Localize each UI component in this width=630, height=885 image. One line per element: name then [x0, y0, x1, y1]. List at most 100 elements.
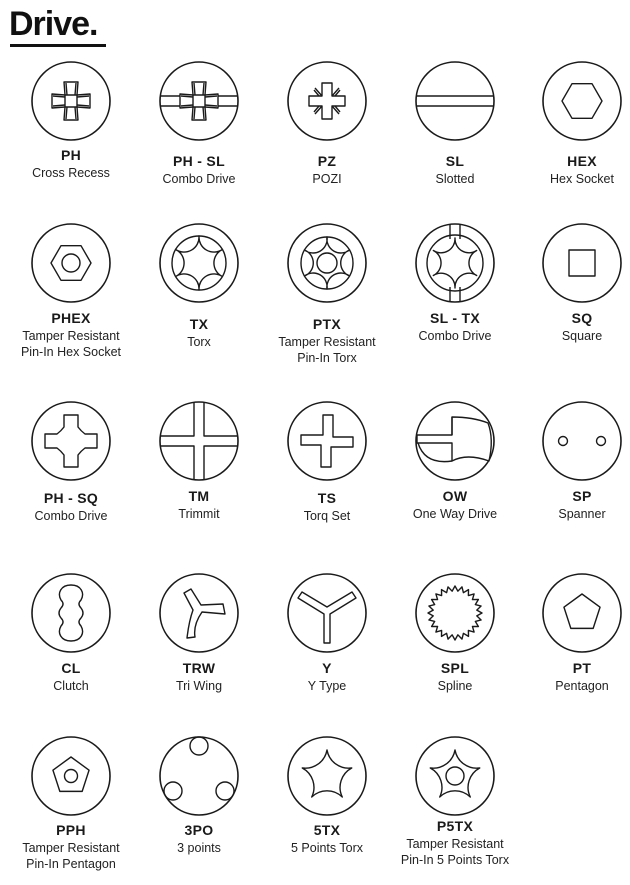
trimmit-icon — [159, 401, 239, 481]
drive-description: Trimmit — [178, 507, 220, 521]
phillips-square-combo-icon — [31, 401, 111, 481]
drive-description: Combo Drive — [418, 329, 492, 343]
drive-item-sq: SQ Square — [518, 221, 630, 343]
drive-item-phsl: PH - SL Combo Drive — [135, 59, 263, 186]
drive-description: Square — [561, 329, 603, 343]
drive-code: PH - SQ — [43, 490, 99, 506]
drive-item-ts: TS Torq Set — [263, 399, 391, 523]
y-type-icon — [287, 573, 367, 653]
phillips-slot-combo-icon — [159, 61, 239, 141]
drive-description: Torx — [187, 335, 211, 349]
drive-code: SQ — [571, 310, 593, 326]
drive-description: 5 Points Torx — [290, 841, 364, 855]
drive-item-ptx: PTX Tamper Resistant Pin-In Torx — [263, 221, 391, 365]
drive-code: PT — [572, 660, 592, 676]
drive-code: TRW — [182, 660, 216, 676]
drive-code: HEX — [567, 153, 597, 169]
drive-code: Y — [322, 660, 332, 676]
square-icon — [542, 223, 622, 303]
drive-description: Pin-In Pentagon — [26, 857, 116, 871]
five-point-torx-icon — [287, 736, 367, 816]
drive-item-phsq: PH - SQ Combo Drive — [7, 399, 135, 523]
pin-five-point-torx-icon — [415, 736, 495, 816]
drive-item-tm: TM Trimmit — [135, 399, 263, 521]
drive-description: Torq Set — [303, 509, 351, 523]
drive-code: 5TX — [313, 822, 341, 838]
drive-description: Combo Drive — [162, 172, 236, 186]
drive-item-tx: TX Torx — [135, 221, 263, 349]
drive-description: Tri Wing — [175, 679, 223, 693]
slotted-icon — [415, 61, 495, 141]
pozidriv-icon — [287, 61, 367, 141]
drive-description: Pin-In Torx — [297, 351, 357, 365]
drive-description: POZI — [312, 172, 342, 186]
pin-hex-icon — [31, 223, 111, 303]
drive-description: 3 points — [177, 841, 221, 855]
drive-item-5tx: 5TX 5 Points Torx — [263, 734, 391, 855]
drive-description: Slotted — [435, 172, 475, 186]
drive-item-pph: PPH Tamper Resistant Pin-In Pentagon — [7, 734, 135, 871]
phillips-cross-icon — [31, 61, 111, 141]
drive-item-spl: SPL Spline — [391, 571, 519, 693]
spline-icon — [415, 573, 495, 653]
drive-code: PHEX — [51, 310, 91, 326]
drive-code: PPH — [56, 822, 86, 838]
drive-code: OW — [442, 488, 468, 504]
spanner-icon — [542, 401, 622, 481]
slot-torx-combo-icon — [415, 223, 495, 303]
drive-item-pz: PZ POZI — [263, 59, 391, 186]
drive-description: Tamper Resistant — [22, 329, 120, 343]
drive-item-sl: SL Slotted — [391, 59, 519, 186]
drive-code: PTX — [312, 316, 342, 332]
drive-description: Tamper Resistant — [406, 837, 504, 851]
drive-item-trw: TRW Tri Wing — [135, 571, 263, 693]
drive-code: PZ — [317, 153, 337, 169]
drive-code: PH — [60, 147, 82, 163]
drive-description: Tamper Resistant — [278, 335, 376, 349]
drive-code: TM — [188, 488, 210, 504]
drive-code: 3PO — [184, 822, 214, 838]
drive-code: CL — [61, 660, 81, 676]
drive-item-ph: PH Cross Recess — [7, 59, 135, 180]
drive-description: Pentagon — [555, 679, 609, 693]
tri-wing-icon — [159, 573, 239, 653]
drive-description: Cross Recess — [32, 166, 110, 180]
drive-description: Spline — [437, 679, 473, 693]
drive-code: SL — [445, 153, 465, 169]
drive-description: Pin-In Hex Socket — [20, 345, 122, 359]
pin-pentagon-icon — [31, 736, 111, 816]
drive-code: TX — [189, 316, 209, 332]
page-title: Drive. — [9, 5, 98, 43]
drive-code: SPL — [440, 660, 470, 676]
title-underline — [10, 44, 106, 47]
drive-item-y: Y Y Type — [263, 571, 391, 693]
drive-description: Spanner — [558, 507, 606, 521]
drive-description: Hex Socket — [550, 172, 614, 186]
pentagon-icon — [542, 573, 622, 653]
drive-item-phex: PHEX Tamper Resistant Pin-In Hex Socket — [7, 221, 135, 359]
drive-item-pt: PT Pentagon — [518, 571, 630, 693]
torx-icon — [159, 223, 239, 303]
drive-item-p5tx: P5TX Tamper Resistant Pin-In 5 Points Torx — [391, 734, 519, 867]
drive-item-3po: 3PO 3 points — [135, 734, 263, 855]
drive-code: P5TX — [436, 818, 474, 834]
drive-description: Y Type — [307, 679, 347, 693]
drive-description: Pin-In 5 Points Torx — [400, 853, 510, 867]
drive-item-ow: OW One Way Drive — [391, 399, 519, 521]
hex-socket-icon — [542, 61, 622, 141]
pin-torx-icon — [287, 223, 367, 303]
one-way-icon — [415, 401, 495, 481]
drive-description: Combo Drive — [34, 509, 108, 523]
three-points-icon — [159, 736, 239, 816]
drive-description: Clutch — [53, 679, 89, 693]
drive-item-sp: SP Spanner — [518, 399, 630, 521]
drive-code: TS — [317, 490, 337, 506]
clutch-icon — [31, 573, 111, 653]
drive-code: SP — [572, 488, 592, 504]
drive-code: SL - TX — [429, 310, 481, 326]
drive-description: Tamper Resistant — [22, 841, 120, 855]
drive-description: One Way Drive — [412, 507, 498, 521]
drive-item-sltx: SL - TX Combo Drive — [391, 221, 519, 343]
drive-code: PH - SL — [173, 153, 225, 169]
drive-item-cl: CL Clutch — [7, 571, 135, 693]
